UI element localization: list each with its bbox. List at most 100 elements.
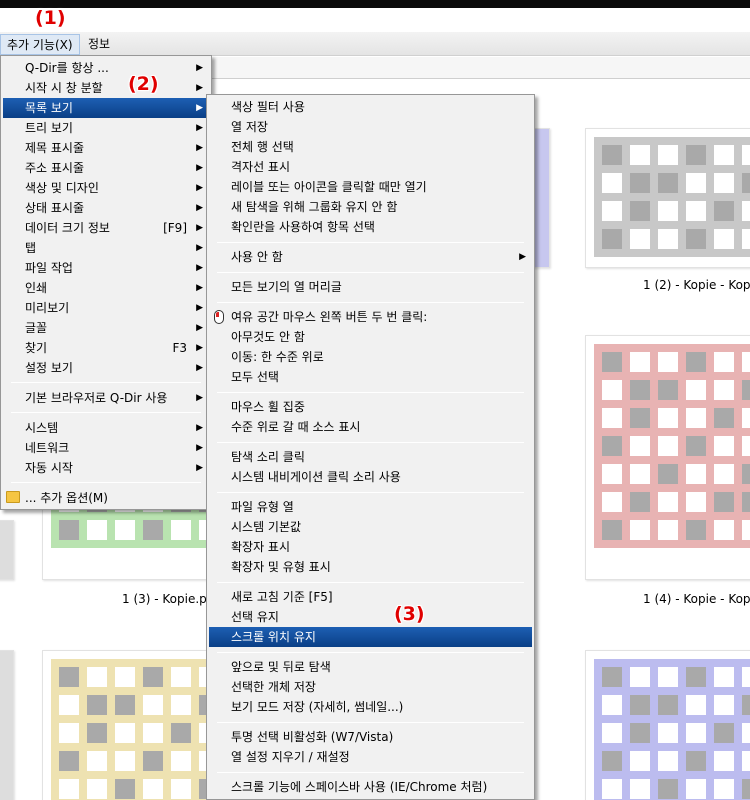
thumbnail-pixel — [714, 695, 734, 715]
menu-item-split[interactable]: 시작 시 창 분할 ▶ — [3, 78, 209, 98]
submenu-item[interactable]: 선택 유지 — [209, 607, 532, 627]
submenu-item[interactable]: 레이블 또는 아이콘을 클릭할 때만 열기 — [209, 177, 532, 197]
menu-item-preview[interactable]: 미리보기 ▶ — [3, 298, 209, 318]
thumbnail-pixel — [59, 723, 79, 743]
submenu-item[interactable]: 모든 보기의 열 머리글 — [209, 277, 532, 297]
submenu-item[interactable]: 아무것도 안 함 — [209, 327, 532, 347]
thumbnail-pixel — [714, 464, 734, 484]
thumbnail-pixel — [602, 695, 622, 715]
thumbnail-pixel — [686, 779, 706, 799]
menu-item-data-size[interactable]: 데이터 크기 정보 [F9] ▶ — [3, 218, 209, 238]
menu-item-title-bar[interactable]: 제목 표시줄 ▶ — [3, 138, 209, 158]
submenu-item[interactable]: 새 탐색을 위해 그룹화 유지 안 함 — [209, 197, 532, 217]
thumbnail-pixel — [171, 667, 191, 687]
submenu-item[interactable]: 모두 선택 — [209, 367, 532, 387]
submenu-item[interactable]: 시스템 기본값 — [209, 517, 532, 537]
thumbnail-pixel — [171, 695, 191, 715]
menu-item-colors[interactable]: 색상 및 디자인 ▶ — [3, 178, 209, 198]
thumbnail-caption: 1 (4) - Kopie - Kopie. — [643, 592, 750, 606]
menu-separator — [217, 242, 524, 243]
thumbnail-pixel — [714, 492, 734, 512]
submenu-item[interactable]: 이동: 한 수준 위로 — [209, 347, 532, 367]
submenu-item[interactable]: 앞으로 및 뒤로 탐색 — [209, 657, 532, 677]
submenu-item[interactable]: 파일 유형 열 — [209, 497, 532, 517]
submenu-item[interactable]: 투명 선택 비활성화 (W7/Vista) — [209, 727, 532, 747]
menu-item-print[interactable]: 인쇄 ▶ — [3, 278, 209, 298]
thumbnail-pixel — [602, 667, 622, 687]
thumbnail-pixel — [658, 201, 678, 221]
submenu-item[interactable]: 확장자 표시 — [209, 537, 532, 557]
menu-item-autostart[interactable]: 자동 시작 ▶ — [3, 458, 209, 478]
submenu-item[interactable]: 새로 고침 기준 [F5] — [209, 587, 532, 607]
thumbnail-pixel — [87, 723, 107, 743]
submenu-item[interactable]: 탐색 소리 클릭 — [209, 447, 532, 467]
submenu-item[interactable]: 전체 행 선택 — [209, 137, 532, 157]
thumbnail-pixel — [171, 723, 191, 743]
submenu-item[interactable]: 격자선 표시 — [209, 157, 532, 177]
menu-item-find[interactable]: 찾기 F3 ▶ — [3, 338, 209, 358]
thumbnail-pixel — [742, 667, 750, 687]
thumbnail-pixel — [742, 173, 750, 193]
menu-item-always[interactable]: Q-Dir를 항상 ... ▶ — [3, 58, 209, 78]
thumbnail-pixel — [686, 380, 706, 400]
thumbnail-item[interactable] — [0, 650, 14, 800]
submenu-item[interactable]: 확인란을 사용하여 항목 선택 — [209, 217, 532, 237]
submenu-item[interactable]: 열 저장 — [209, 117, 532, 137]
thumbnail-pixel — [602, 751, 622, 771]
menu-item-more-options[interactable]: ... 추가 옵션(M) — [3, 488, 209, 508]
menu-item-list-view[interactable]: 목록 보기 ▶ — [3, 98, 209, 118]
submenu-item[interactable]: 선택한 개체 저장 — [209, 677, 532, 697]
menu-separator — [217, 492, 524, 493]
thumbnail-pixel — [714, 723, 734, 743]
submenu-item[interactable]: 마우스 휠 집중 — [209, 397, 532, 417]
chevron-right-icon: ▶ — [196, 163, 203, 173]
thumbnail-pixel — [686, 173, 706, 193]
thumbnail-pixel — [686, 695, 706, 715]
thumbnail-pixel — [59, 667, 79, 687]
menu-item-network[interactable]: 네트워크 ▶ — [3, 438, 209, 458]
thumbnail-pixel — [630, 229, 650, 249]
thumbnail-pixel — [602, 201, 622, 221]
thumbnail-item[interactable] — [0, 520, 14, 580]
thumbnail-pixel — [602, 779, 622, 799]
submenu-item-disable[interactable]: 사용 안 함 ▶ — [209, 247, 532, 267]
thumbnail-pixel — [87, 695, 107, 715]
thumbnail-pixel — [143, 667, 163, 687]
thumbnail-item[interactable] — [585, 335, 750, 580]
menu-info[interactable]: 정보 — [82, 34, 116, 55]
thumbnail-pixel — [658, 436, 678, 456]
chevron-right-icon: ▶ — [196, 143, 203, 153]
chevron-right-icon: ▶ — [196, 463, 203, 473]
menu-extras[interactable]: 추가 기능(X) — [0, 34, 80, 55]
thumbnail-pixel — [714, 520, 734, 540]
menu-item-file-ops[interactable]: 파일 작업 ▶ — [3, 258, 209, 278]
submenu-item[interactable]: 보기 모드 저장 (자세히, 썸네일...) — [209, 697, 532, 717]
menu-item-default-browser[interactable]: 기본 브라우저로 Q-Dir 사용 ▶ — [3, 388, 209, 408]
menu-item-system[interactable]: 시스템 ▶ — [3, 418, 209, 438]
submenu-item[interactable]: 열 설정 지우기 / 재설정 — [209, 747, 532, 767]
menu-separator — [217, 722, 524, 723]
thumbnail-item[interactable] — [585, 128, 750, 268]
menu-item-address-bar[interactable]: 주소 표시줄 ▶ — [3, 158, 209, 178]
thumbnail-pixel — [630, 201, 650, 221]
submenu-item[interactable]: 확장자 및 유형 표시 — [209, 557, 532, 577]
submenu-item[interactable]: 색상 필터 사용 — [209, 97, 532, 117]
submenu-item[interactable]: 수준 위로 갈 때 소스 표시 — [209, 417, 532, 437]
menu-item-view-settings[interactable]: 설정 보기 ▶ — [3, 358, 209, 378]
submenu-item[interactable]: 스크롤 기능에 스페이스바 사용 (IE/Chrome 처럼) — [209, 777, 532, 797]
thumbnail-item[interactable] — [585, 650, 750, 800]
submenu-item[interactable]: 시스템 내비게이션 클릭 소리 사용 — [209, 467, 532, 487]
menu-separator — [217, 652, 524, 653]
thumbnail-pixel — [115, 667, 135, 687]
menu-item-font[interactable]: 글꼴 ▶ — [3, 318, 209, 338]
thumbnail-item[interactable] — [42, 650, 227, 800]
menu-item-status-bar[interactable]: 상태 표시줄 ▶ — [3, 198, 209, 218]
chevron-right-icon: ▶ — [196, 223, 203, 233]
menu-item-tabs[interactable]: 탭 ▶ — [3, 238, 209, 258]
thumbnail-pixel — [714, 352, 734, 372]
thumbnail-pixel — [658, 229, 678, 249]
thumbnail-pixel — [658, 145, 678, 165]
menu-item-tree-view[interactable]: 트리 보기 ▶ — [3, 118, 209, 138]
chevron-right-icon: ▶ — [196, 83, 203, 93]
submenu-item-keep-scroll[interactable]: 스크롤 위치 유지 — [209, 627, 532, 647]
